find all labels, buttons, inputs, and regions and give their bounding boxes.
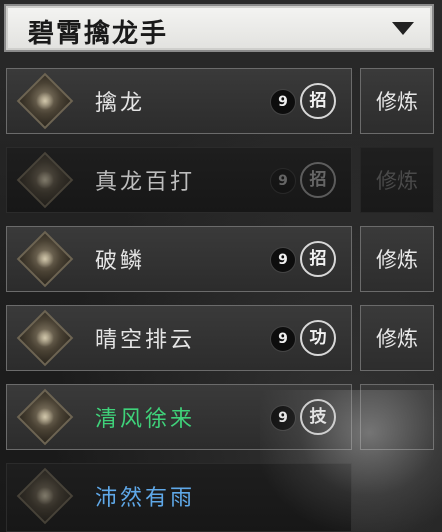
skill-row-2[interactable]: 真龙百打 9 招 [6, 147, 352, 213]
skill-row-4[interactable]: 晴空排云 9 功 [6, 305, 352, 371]
skill-icon [16, 388, 74, 446]
cultivate-button-3[interactable]: 修炼 [360, 226, 434, 292]
skill-name: 真龙百打 [95, 170, 196, 195]
skill-set-dropdown[interactable]: 碧霄擒龙手 [4, 4, 434, 52]
skill-name: 擒龙 [95, 91, 146, 116]
skill-name: 破鳞 [95, 249, 146, 274]
skill-type-badge: 招 [300, 162, 336, 198]
skill-level-badge: 9 [270, 168, 296, 194]
cultivate-button-4[interactable]: 修炼 [360, 305, 434, 371]
skill-set-title: 碧霄擒龙手 [28, 19, 169, 49]
cultivate-button-1[interactable]: 修炼 [360, 68, 434, 134]
skill-name: 沛然有雨 [95, 486, 196, 511]
skill-name: 晴空排云 [95, 328, 196, 353]
skill-type-badge: 技 [300, 399, 336, 435]
dropdown-arrow-icon[interactable] [392, 22, 414, 35]
skill-type-badge: 功 [300, 320, 336, 356]
skill-icon [16, 151, 74, 209]
skill-type-badge: 招 [300, 241, 336, 277]
skill-icon [16, 230, 74, 288]
skill-icon [16, 467, 74, 525]
cultivate-button-2[interactable]: 修炼 [360, 147, 434, 213]
skill-row-5[interactable]: 清风徐来 9 技 [6, 384, 352, 450]
skill-level-badge: 9 [270, 89, 296, 115]
cultivate-button-5[interactable] [360, 384, 434, 450]
skill-icon [16, 309, 74, 367]
skill-level-badge: 9 [270, 247, 296, 273]
skill-row-3[interactable]: 破鳞 9 招 [6, 226, 352, 292]
skill-icon [16, 72, 74, 130]
skill-row-6[interactable]: 沛然有雨 [6, 463, 352, 532]
skill-level-badge: 9 [270, 326, 296, 352]
skill-row-1[interactable]: 擒龙 9 招 [6, 68, 352, 134]
skill-level-badge: 9 [270, 405, 296, 431]
skill-type-badge: 招 [300, 83, 336, 119]
skill-name: 清风徐来 [95, 407, 196, 432]
